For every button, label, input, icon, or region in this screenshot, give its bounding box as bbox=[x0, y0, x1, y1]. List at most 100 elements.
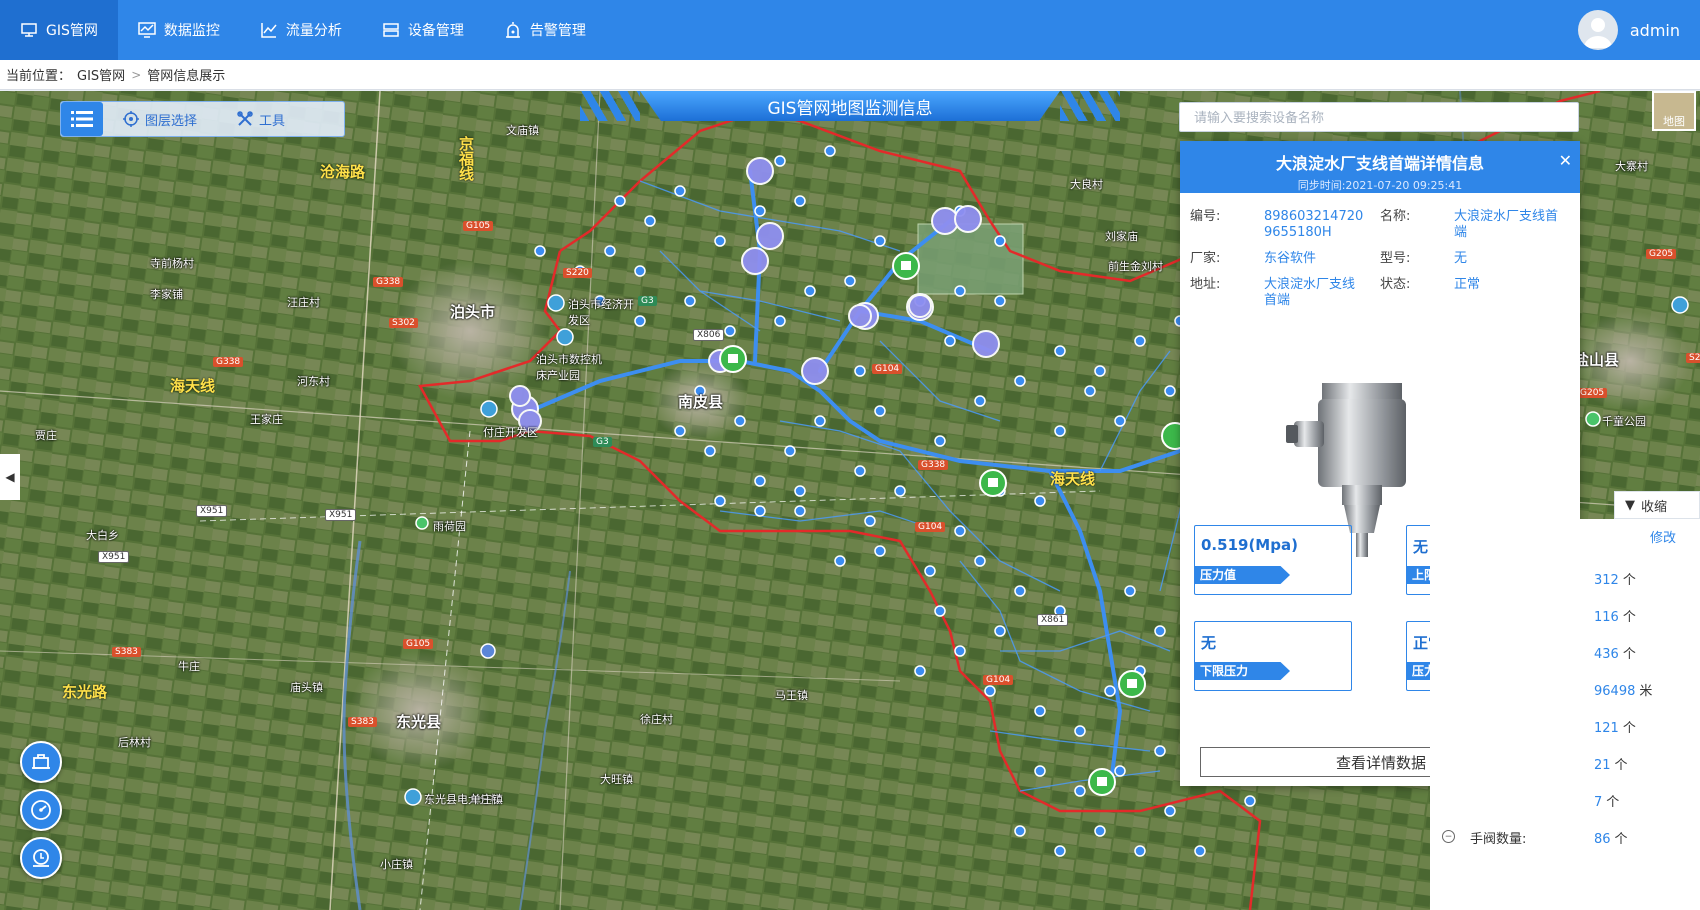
gauge-layer-button[interactable] bbox=[20, 789, 62, 831]
road-shield: G338 bbox=[373, 277, 404, 287]
place-label: 雨荷园 bbox=[433, 520, 466, 533]
stat-unit: 个 bbox=[1622, 647, 1636, 662]
meter-layer-button[interactable] bbox=[20, 837, 62, 879]
place-label: 泊头市 bbox=[450, 303, 496, 321]
sync-time: 同步时间:2021-07-20 09:25:41 bbox=[1297, 179, 1463, 192]
nav-flow-analysis[interactable]: 流量分析 bbox=[240, 0, 362, 60]
nav-device-manage[interactable]: 设备管理 bbox=[362, 0, 484, 60]
road-shield: G205 bbox=[1646, 249, 1677, 259]
stat-number: 7 bbox=[1594, 795, 1603, 810]
water-meter-icon bbox=[33, 849, 49, 867]
model-label: 型号: bbox=[1380, 251, 1411, 266]
place-label: 李家铺 bbox=[150, 288, 183, 301]
place-label: 单庄镇 bbox=[470, 793, 503, 806]
target-icon bbox=[123, 111, 139, 127]
road-shield: G338 bbox=[213, 357, 244, 367]
place-label: 大良村 bbox=[1070, 178, 1103, 191]
vendor-label: 厂家: bbox=[1190, 251, 1221, 266]
stat-number: 312 bbox=[1594, 573, 1619, 588]
collapse-button[interactable]: ▼ 收缩 bbox=[1614, 491, 1700, 519]
road-shield: S383 bbox=[348, 717, 377, 727]
place-label: 大寨村 bbox=[1615, 160, 1648, 173]
edit-link[interactable]: 修改 bbox=[1650, 527, 1676, 546]
breadcrumb-level1[interactable]: GIS管网 bbox=[77, 65, 125, 84]
line-name: 京福线 bbox=[457, 136, 475, 181]
nav-flow-analysis-label: 流量分析 bbox=[285, 23, 342, 39]
nav-data-monitor[interactable]: 数据监控 bbox=[118, 0, 240, 60]
stat-unit: 米 bbox=[1639, 684, 1653, 699]
user-menu[interactable]: admin bbox=[1577, 0, 1680, 60]
stat-unit: 个 bbox=[1622, 610, 1636, 625]
layer-select-button[interactable]: 图层选择 bbox=[103, 102, 217, 136]
layer-toolbar: 图层选择 工具 bbox=[60, 101, 345, 137]
nav-device-manage-label: 设备管理 bbox=[407, 23, 464, 39]
stats-panel: 修改 312 个 116 个 436 个 96498 米 121 个 21 个 7个 − 手… bbox=[1430, 519, 1700, 910]
place-label: 马王镇 bbox=[775, 689, 808, 702]
stat-number: 116 bbox=[1594, 610, 1619, 625]
avatar[interactable] bbox=[1577, 10, 1618, 50]
nav-alarm-manage[interactable]: 告警管理 bbox=[484, 0, 606, 60]
nav-alarm-manage-label: 告警管理 bbox=[529, 23, 586, 39]
place-label: 大白乡 bbox=[86, 529, 119, 542]
road-shield: G3 bbox=[593, 437, 612, 447]
place-label: 王家庄 bbox=[250, 413, 283, 426]
map-title: GIS管网地图监测信息 bbox=[640, 91, 1060, 121]
monitor-icon bbox=[138, 21, 156, 39]
place-label: 付庄开发区 bbox=[483, 426, 538, 439]
address-label: 地址: bbox=[1190, 277, 1221, 292]
place-label: 大旺镇 bbox=[600, 773, 633, 786]
tools-button[interactable]: 工具 bbox=[217, 102, 305, 136]
left-panel-toggle[interactable]: ◀ bbox=[0, 454, 20, 500]
layer-list-button[interactable] bbox=[61, 102, 103, 136]
user-icon bbox=[1583, 18, 1612, 48]
pressure-value: 0.519(Mpa) bbox=[1201, 536, 1298, 554]
minus-circle-icon: − bbox=[1442, 830, 1455, 843]
map-type-switch[interactable]: 地图 bbox=[1652, 91, 1696, 131]
stat-number: 21 bbox=[1594, 758, 1611, 773]
line-name: 沧海路 bbox=[320, 163, 366, 181]
gis-icon bbox=[20, 21, 38, 39]
address-value: 大浪淀水厂支线首端 bbox=[1264, 277, 1356, 308]
nav-data-monitor-label: 数据监控 bbox=[163, 23, 220, 39]
road-shield: G205 bbox=[1577, 388, 1608, 398]
collapse-label: 收缩 bbox=[1641, 499, 1668, 515]
place-label: 盐山县 bbox=[1574, 351, 1620, 369]
place-label: 小庄镇 bbox=[380, 858, 413, 871]
pressure-value-tag: 压力值 bbox=[1195, 566, 1290, 584]
gauge-icon bbox=[31, 800, 51, 820]
road-shield: X951 bbox=[325, 509, 357, 521]
status-label: 状态: bbox=[1380, 277, 1411, 292]
name-label: 名称: bbox=[1380, 209, 1411, 224]
pressure-value-card: 0.519(Mpa) 压力值 bbox=[1194, 525, 1352, 595]
road-shield: G3 bbox=[638, 296, 657, 306]
road-shield: X806 bbox=[693, 329, 725, 341]
stat-label: 手阀数量: bbox=[1470, 832, 1527, 847]
title-decoration bbox=[580, 91, 640, 121]
caret-down-icon: ▼ bbox=[1625, 497, 1635, 513]
road-shield: G105 bbox=[463, 221, 494, 231]
place-label: 泊头市数控机床产业园 bbox=[536, 353, 602, 382]
road-shield: G338 bbox=[918, 460, 949, 470]
place-label: 汪庄村 bbox=[287, 296, 320, 309]
place-label: 泊头市经济开发区 bbox=[568, 298, 634, 327]
place-label: 千童公园 bbox=[1602, 415, 1646, 428]
code-label: 编号: bbox=[1190, 209, 1221, 224]
close-icon[interactable]: ✕ bbox=[1559, 151, 1572, 170]
stat-unit: 个 bbox=[1614, 832, 1628, 847]
place-label: 牛庄 bbox=[178, 660, 200, 673]
device-search-input[interactable] bbox=[1179, 102, 1579, 132]
list-icon bbox=[71, 111, 93, 127]
place-label: 文庙镇 bbox=[506, 124, 539, 137]
nav-gis[interactable]: GIS管网 bbox=[0, 0, 118, 60]
stat-row: 312 个 bbox=[1430, 569, 1700, 589]
name-value: 大浪淀水厂支线首端 bbox=[1454, 209, 1559, 240]
stat-row-hand-valve: − 手阀数量: 86 个 bbox=[1430, 828, 1700, 848]
road-shield: S302 bbox=[389, 318, 418, 328]
road-shield: G105 bbox=[403, 639, 434, 649]
lower-limit-value: 无 bbox=[1201, 634, 1217, 652]
map-view[interactable]: 文庙镇 东光县 泊头市 南皮县 大旺镇 庙头镇 雨荷园 泊头市经济开发区 泊头市… bbox=[0, 91, 1700, 910]
road-shield: G104 bbox=[915, 522, 946, 532]
server-icon bbox=[382, 21, 400, 39]
stat-unit: 个 bbox=[1622, 573, 1636, 588]
device-layer-button[interactable] bbox=[20, 741, 62, 783]
